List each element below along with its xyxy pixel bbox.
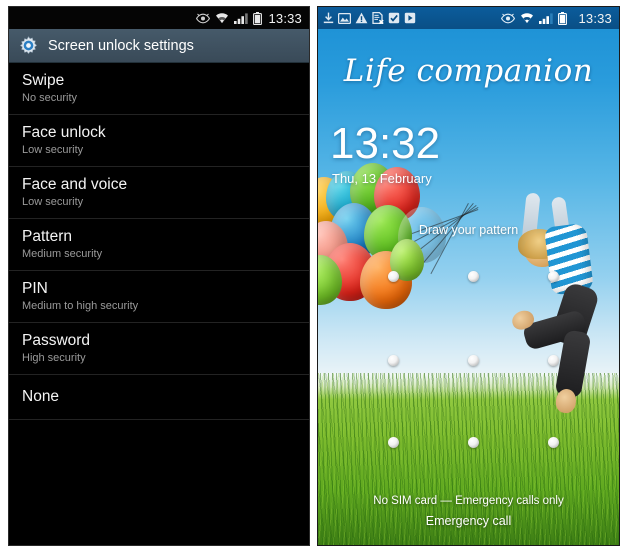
page-title: Screen unlock settings: [48, 37, 194, 54]
eye-icon: [196, 13, 211, 23]
document-error-icon: [372, 12, 384, 24]
list-item-pattern[interactable]: Pattern Medium security: [9, 219, 309, 271]
pattern-dot[interactable]: [388, 355, 399, 366]
emergency-call-button[interactable]: Emergency call: [318, 511, 619, 531]
left-status-time: 13:33: [268, 10, 302, 26]
pattern-dot[interactable]: [548, 271, 559, 282]
battery-icon: [558, 11, 568, 25]
eye-icon: [501, 13, 516, 23]
lockscreen-screen: 13:33 Life companion 13:32 Thu, 13 Febru…: [317, 6, 620, 546]
list-item-title: Swipe: [22, 72, 65, 89]
pattern-dot[interactable]: [548, 355, 559, 366]
list-item-subtitle: Low security: [22, 196, 84, 208]
list-item-subtitle: Medium to high security: [22, 300, 139, 312]
tagline: Life companion: [343, 53, 594, 89]
list-item-password[interactable]: Password High security: [9, 323, 309, 375]
wifi-icon: [521, 13, 534, 23]
pattern-dot[interactable]: [548, 437, 559, 448]
lockscreen-status-time: 13:33: [578, 10, 612, 26]
list-item-face-and-voice[interactable]: Face and voice Low security: [9, 167, 309, 219]
pattern-dot[interactable]: [468, 437, 479, 448]
pattern-dot[interactable]: [388, 271, 399, 282]
settings-screen: 13:33 Screen unlock settings Swipe No se…: [8, 6, 310, 546]
battery-icon: [253, 11, 263, 25]
lockscreen-footer: No SIM card — Emergency calls only Emerg…: [318, 492, 619, 531]
gear-icon: [19, 36, 38, 55]
screenshot-stage: 13:33 Screen unlock settings Swipe No se…: [0, 0, 628, 556]
list-item-title: None: [22, 388, 60, 405]
pattern-hint: Draw your pattern: [418, 223, 519, 237]
list-item-title: PIN: [22, 280, 48, 297]
image-icon: [338, 12, 351, 24]
lockscreen-status-bar: 13:33: [318, 7, 619, 29]
lockscreen-date: Thu, 13 February: [332, 171, 432, 186]
unlock-method-list: Swipe No security Face unlock Low securi…: [9, 63, 309, 420]
list-item-title: Password: [22, 332, 91, 349]
list-item-subtitle: Low security: [22, 144, 84, 156]
list-item-swipe[interactable]: Swipe No security: [9, 63, 309, 115]
sim-status-text: No SIM card — Emergency calls only: [373, 495, 564, 507]
left-status-icons: [196, 11, 263, 25]
list-item-subtitle: No security: [22, 92, 78, 104]
warning-icon: [355, 12, 368, 24]
pattern-dot[interactable]: [468, 355, 479, 366]
list-item-title: Face unlock: [22, 124, 106, 141]
lockscreen-clock: 13:32: [330, 119, 441, 168]
list-item-title: Face and voice: [22, 176, 128, 193]
pattern-dot[interactable]: [388, 437, 399, 448]
signal-icon: [539, 13, 554, 24]
wifi-icon: [216, 13, 229, 23]
signal-icon: [234, 13, 249, 24]
list-item-none[interactable]: None: [9, 375, 309, 420]
list-item-title: Pattern: [22, 228, 72, 245]
left-status-bar: 13:33: [9, 7, 309, 29]
pattern-dot[interactable]: [468, 271, 479, 282]
pattern-lock-grid[interactable]: [376, 265, 572, 455]
list-item-pin[interactable]: PIN Medium to high security: [9, 271, 309, 323]
notification-icons: [323, 12, 416, 24]
list-item-subtitle: Medium security: [22, 248, 103, 260]
list-item-face-unlock[interactable]: Face unlock Low security: [9, 115, 309, 167]
lockscreen-system-icons: 13:33: [501, 11, 612, 26]
download-icon: [323, 12, 334, 24]
video-icon: [404, 12, 416, 24]
checkbox-icon: [388, 12, 400, 24]
settings-title-bar[interactable]: Screen unlock settings: [9, 29, 309, 63]
list-item-subtitle: High security: [22, 352, 86, 364]
